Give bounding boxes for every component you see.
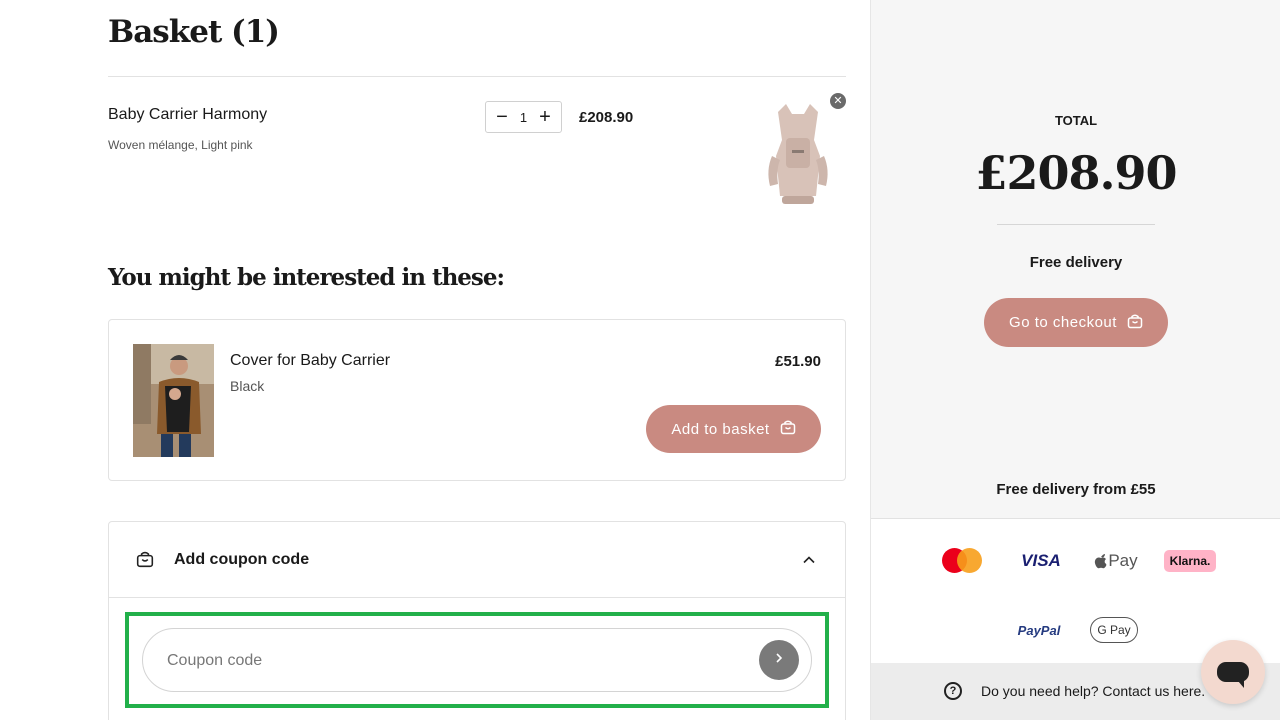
- remove-item-button[interactable]: ✕: [830, 93, 846, 109]
- increase-quantity-button[interactable]: +: [537, 107, 553, 127]
- arrow-right-icon: [773, 651, 785, 669]
- chevron-up-icon: [801, 552, 817, 573]
- item-variant: Woven mélange, Light pink: [108, 138, 253, 152]
- apple-pay-label: Pay: [1108, 551, 1138, 570]
- chat-icon: [1217, 662, 1249, 688]
- recommendations-title: You might be interested in these:: [108, 264, 505, 291]
- basket-icon: [136, 550, 154, 573]
- apple-pay-icon: Pay: [1091, 549, 1141, 573]
- google-pay-icon: G Pay: [1090, 617, 1138, 643]
- coupon-header-label: Add coupon code: [174, 551, 310, 568]
- item-price: £208.90: [579, 109, 634, 126]
- basket-icon: [780, 419, 796, 439]
- klarna-icon: Klarna.: [1164, 550, 1216, 572]
- chat-button[interactable]: [1201, 640, 1265, 704]
- decrease-quantity-button[interactable]: −: [494, 107, 510, 127]
- recommendation-variant: Black: [230, 378, 265, 394]
- recommendation-card: Cover for Baby Carrier Black £51.90 Add …: [108, 319, 846, 481]
- item-name: Baby Carrier Harmony: [108, 106, 268, 123]
- product-image: [133, 344, 214, 457]
- total-value: £208.90: [975, 146, 1177, 200]
- coupon-field: [142, 628, 812, 692]
- free-delivery-threshold: Free delivery from £55: [996, 481, 1156, 498]
- close-icon: ✕: [833, 95, 843, 107]
- basket-main: Basket (1) Baby Carrier Harmony Woven mé…: [0, 0, 870, 720]
- visa-icon: VISA: [1021, 551, 1061, 570]
- quantity-stepper: − 1 +: [485, 101, 562, 133]
- add-to-basket-label: Add to basket: [671, 420, 770, 438]
- help-icon: ?: [944, 682, 962, 700]
- mastercard-icon: [941, 547, 983, 575]
- page-title: Basket (1): [108, 14, 280, 50]
- apply-coupon-button[interactable]: [759, 640, 799, 680]
- divider: [108, 76, 846, 77]
- coupon-input[interactable]: [167, 647, 727, 675]
- total-label: TOTAL: [1054, 113, 1098, 128]
- divider: [997, 224, 1155, 225]
- checkout-button[interactable]: Go to checkout: [984, 298, 1168, 347]
- quantity-value: 1: [519, 109, 528, 125]
- recommendation-price: £51.90: [775, 353, 821, 370]
- coupon-toggle[interactable]: Add coupon code: [109, 522, 845, 598]
- recommendation-name: Cover for Baby Carrier: [230, 352, 391, 369]
- add-to-basket-button[interactable]: Add to basket: [646, 405, 821, 453]
- paypal-icon: PayPal: [1017, 622, 1061, 638]
- delivery-info: Free delivery: [1029, 254, 1123, 271]
- order-summary: TOTAL £208.90 Free delivery Go to checko…: [870, 0, 1280, 720]
- baby-carrier-image: [758, 100, 838, 210]
- basket-icon: [1127, 313, 1143, 333]
- contact-link[interactable]: Do you need help? Contact us here.: [981, 683, 1205, 699]
- payment-methods: VISA Pay Klarna. PayPal G Pay: [871, 519, 1280, 663]
- checkout-label: Go to checkout: [1009, 314, 1117, 331]
